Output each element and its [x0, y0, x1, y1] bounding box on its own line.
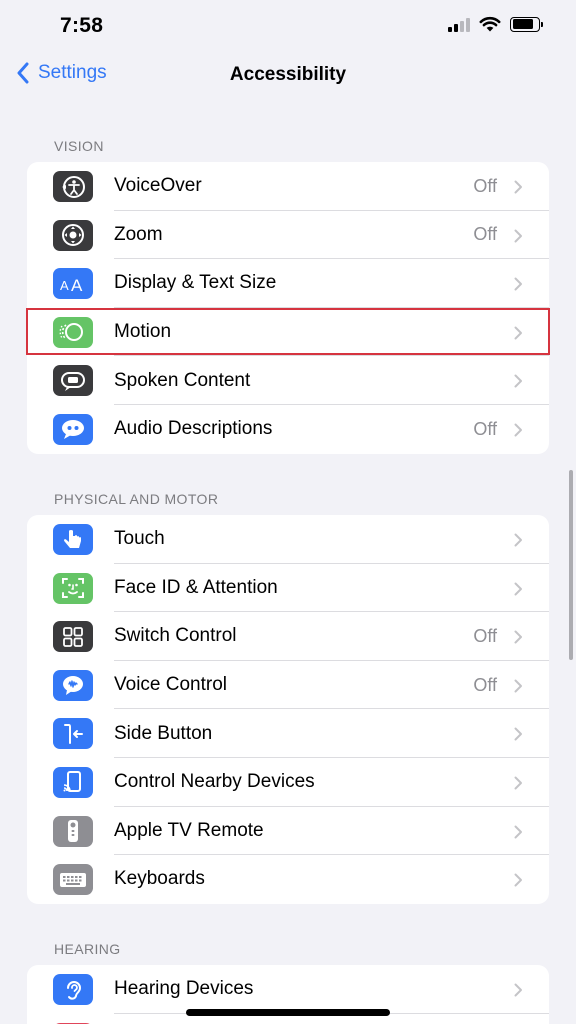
row-touch[interactable]: Touch	[27, 515, 549, 564]
settings-group-physical-motor: Touch Face ID & Attention Switch Control…	[27, 515, 549, 904]
row-label: Spoken Content	[114, 369, 251, 391]
row-display-text-size[interactable]: AA Display & Text Size	[27, 259, 549, 308]
row-label: Control Nearby Devices	[114, 771, 315, 793]
row-value: Off	[473, 418, 497, 439]
page-title: Accessibility	[229, 64, 347, 85]
row-switch-control[interactable]: Switch Control Off	[27, 612, 549, 661]
scrollbar[interactable]	[569, 470, 573, 660]
cellular-signal-icon	[448, 16, 470, 32]
row-voiceover[interactable]: VoiceOver Off	[27, 162, 549, 211]
keyboard-icon	[53, 864, 93, 896]
nearby-devices-icon	[53, 766, 93, 798]
chevron-right-icon	[514, 873, 522, 887]
row-voice-control[interactable]: Voice Control Off	[27, 661, 549, 710]
row-label: Zoom	[114, 223, 163, 245]
row-label: Audio Descriptions	[114, 418, 273, 440]
row-label: Face ID & Attention	[114, 576, 278, 598]
chevron-right-icon	[514, 630, 522, 644]
chevron-right-icon	[514, 679, 522, 693]
row-keyboards[interactable]: Keyboards	[27, 855, 549, 904]
text-size-icon: AA	[53, 268, 93, 300]
chevron-right-icon	[514, 825, 522, 839]
side-button-icon	[53, 718, 93, 750]
tv-remote-icon	[53, 815, 93, 847]
row-apple-tv-remote[interactable]: Apple TV Remote	[27, 807, 549, 856]
row-label: Side Button	[114, 722, 213, 744]
chevron-right-icon	[514, 776, 522, 790]
chevron-right-icon	[514, 229, 522, 243]
touch-icon	[53, 524, 93, 555]
section-header-vision: VISION	[54, 138, 104, 154]
row-label: Hearing Devices	[114, 978, 254, 1000]
switch-control-icon	[53, 621, 93, 653]
row-face-id-attention[interactable]: Face ID & Attention	[27, 564, 549, 613]
battery-icon	[510, 16, 543, 32]
spoken-content-icon	[53, 365, 93, 397]
voice-control-icon	[53, 669, 93, 701]
row-value: Off	[473, 175, 497, 196]
wifi-icon	[479, 16, 501, 32]
chevron-right-icon	[514, 727, 522, 741]
audio-descriptions-icon	[53, 413, 93, 445]
row-label: Switch Control	[114, 625, 237, 647]
chevron-right-icon	[514, 180, 522, 194]
highlight-box	[26, 308, 550, 355]
row-hearing-devices[interactable]: Hearing Devices	[27, 965, 549, 1014]
svg-text:A: A	[60, 278, 69, 293]
row-label: Voice Control	[114, 674, 228, 696]
row-value: Off	[473, 674, 497, 695]
row-label: Touch	[114, 528, 165, 550]
status-bar: 7:58	[0, 0, 576, 52]
row-control-nearby-devices[interactable]: Control Nearby Devices	[27, 758, 549, 807]
section-header-physical-motor: PHYSICAL AND MOTOR	[54, 491, 219, 507]
row-audio-descriptions[interactable]: Audio Descriptions Off	[27, 405, 549, 454]
voiceover-icon	[53, 171, 93, 202]
face-id-icon	[53, 572, 93, 604]
row-label: Display & Text Size	[114, 272, 277, 294]
section-header-hearing: HEARING	[54, 941, 121, 957]
chevron-right-icon	[514, 582, 522, 596]
row-value: Off	[473, 625, 497, 646]
row-zoom[interactable]: Zoom Off	[27, 211, 549, 260]
status-time: 7:58	[60, 14, 104, 37]
svg-text:A: A	[71, 276, 83, 294]
chevron-right-icon	[514, 374, 522, 388]
row-label: Apple TV Remote	[114, 819, 264, 841]
navigation-bar: Settings Accessibility	[0, 52, 576, 102]
hearing-devices-icon	[53, 974, 93, 1005]
chevron-right-icon	[514, 983, 522, 997]
row-label: Keyboards	[114, 868, 205, 890]
row-label: VoiceOver	[114, 175, 202, 197]
status-icons	[448, 16, 543, 32]
row-spoken-content[interactable]: Spoken Content	[27, 356, 549, 405]
row-side-button[interactable]: Side Button	[27, 709, 549, 758]
home-indicator[interactable]	[186, 1009, 390, 1016]
chevron-right-icon	[514, 423, 522, 437]
chevron-right-icon	[514, 277, 522, 291]
chevron-right-icon	[514, 533, 522, 547]
row-value: Off	[473, 224, 497, 245]
zoom-icon	[53, 219, 93, 251]
